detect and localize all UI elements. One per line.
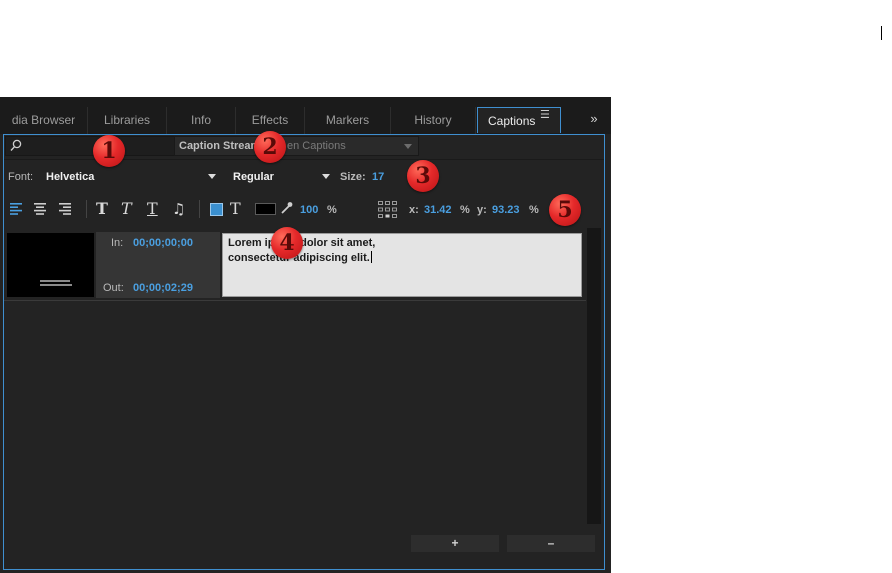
size-label: Size:	[340, 171, 366, 183]
callout-badge-2: 2	[254, 131, 286, 163]
caption-stream-label: Caption Stream	[179, 140, 261, 152]
callout-badge-1: 1	[93, 135, 125, 167]
font-value: Helvetica	[46, 171, 95, 183]
add-caption-button[interactable]: +	[411, 535, 499, 552]
chevron-down-icon	[322, 174, 330, 179]
tab-media-browser[interactable]: dia Browser	[0, 107, 88, 134]
out-label: Out:	[103, 282, 124, 294]
caption-stream-value: en Captions	[287, 140, 346, 152]
search-icon	[10, 139, 22, 151]
size-value[interactable]: 17	[372, 171, 384, 183]
align-center-icon[interactable]	[34, 203, 46, 215]
row-divider	[4, 300, 586, 301]
in-label: In:	[111, 237, 124, 249]
thumbnail-text-line	[40, 280, 70, 282]
underline-icon[interactable]: T	[147, 201, 158, 217]
position-grid-icon[interactable]	[378, 201, 398, 219]
eyedropper-icon[interactable]	[280, 201, 293, 215]
tab-markers[interactable]: Markers	[305, 107, 391, 134]
music-note-icon[interactable]: ♫	[172, 201, 185, 217]
caption-stream-dropdown[interactable]: Caption Stream en Captions	[174, 136, 419, 156]
color-swatch[interactable]	[255, 203, 276, 215]
toolbar-divider	[86, 200, 87, 218]
callout-badge-4: 4	[271, 227, 303, 259]
search-input[interactable]	[5, 136, 175, 156]
toolbar-divider	[199, 200, 200, 218]
tab-history[interactable]: History	[391, 107, 476, 134]
chevron-down-icon	[208, 174, 216, 179]
x-value[interactable]: 31.42	[424, 204, 452, 216]
x-label: x:	[409, 204, 419, 216]
y-label: y:	[477, 204, 487, 216]
callout-badge-3: 3	[407, 160, 439, 192]
font-style-value: Regular	[233, 171, 274, 183]
panel-menu-icon[interactable]: ☰	[540, 108, 550, 121]
page-edge-mark	[881, 26, 882, 40]
panel-tab-bar: dia Browser Libraries Info Effects Marke…	[0, 97, 611, 134]
callout-badge-5: 5	[549, 194, 581, 226]
remove-caption-button[interactable]: –	[507, 535, 595, 552]
captions-content: Caption Stream en Captions	[3, 134, 605, 570]
chevron-down-icon	[404, 144, 412, 149]
x-unit: %	[460, 204, 470, 216]
tab-info[interactable]: Info	[167, 107, 236, 134]
caption-text-line-2: consectetur adipiscing elit.	[228, 251, 372, 264]
caption-thumbnail[interactable]	[7, 233, 94, 297]
captions-panel: dia Browser Libraries Info Effects Marke…	[0, 97, 611, 573]
panel-overflow-button[interactable]: »	[582, 107, 606, 133]
align-left-icon[interactable]	[10, 203, 22, 215]
italic-icon[interactable]: T	[121, 201, 132, 217]
y-unit: %	[529, 204, 539, 216]
opacity-unit: %	[327, 204, 337, 216]
vertical-scrollbar[interactable]	[587, 228, 601, 524]
out-timecode[interactable]: 00;00;02;29	[133, 282, 193, 294]
text-cursor	[370, 251, 372, 263]
caption-text-line-2-text: consectetur adipiscing elit.	[228, 252, 370, 264]
font-dropdown[interactable]: Helvetica	[41, 168, 221, 185]
font-style-dropdown[interactable]: Regular	[228, 168, 334, 185]
tab-libraries[interactable]: Libraries	[88, 107, 167, 134]
caption-timecodes: In: 00;00;00;00 Out: 00;00;02;29	[96, 232, 220, 298]
thumbnail-text-line	[40, 284, 72, 286]
opacity-value[interactable]: 100	[300, 204, 318, 216]
align-right-icon[interactable]	[59, 203, 71, 215]
tab-effects[interactable]: Effects	[236, 107, 305, 134]
font-label: Font:	[8, 171, 34, 183]
background-color-icon[interactable]	[210, 203, 223, 216]
in-timecode[interactable]: 00;00;00;00	[133, 237, 193, 249]
y-value[interactable]: 93.23	[492, 204, 520, 216]
bold-icon[interactable]: T	[96, 201, 108, 217]
text-color-icon[interactable]: T	[230, 201, 241, 217]
